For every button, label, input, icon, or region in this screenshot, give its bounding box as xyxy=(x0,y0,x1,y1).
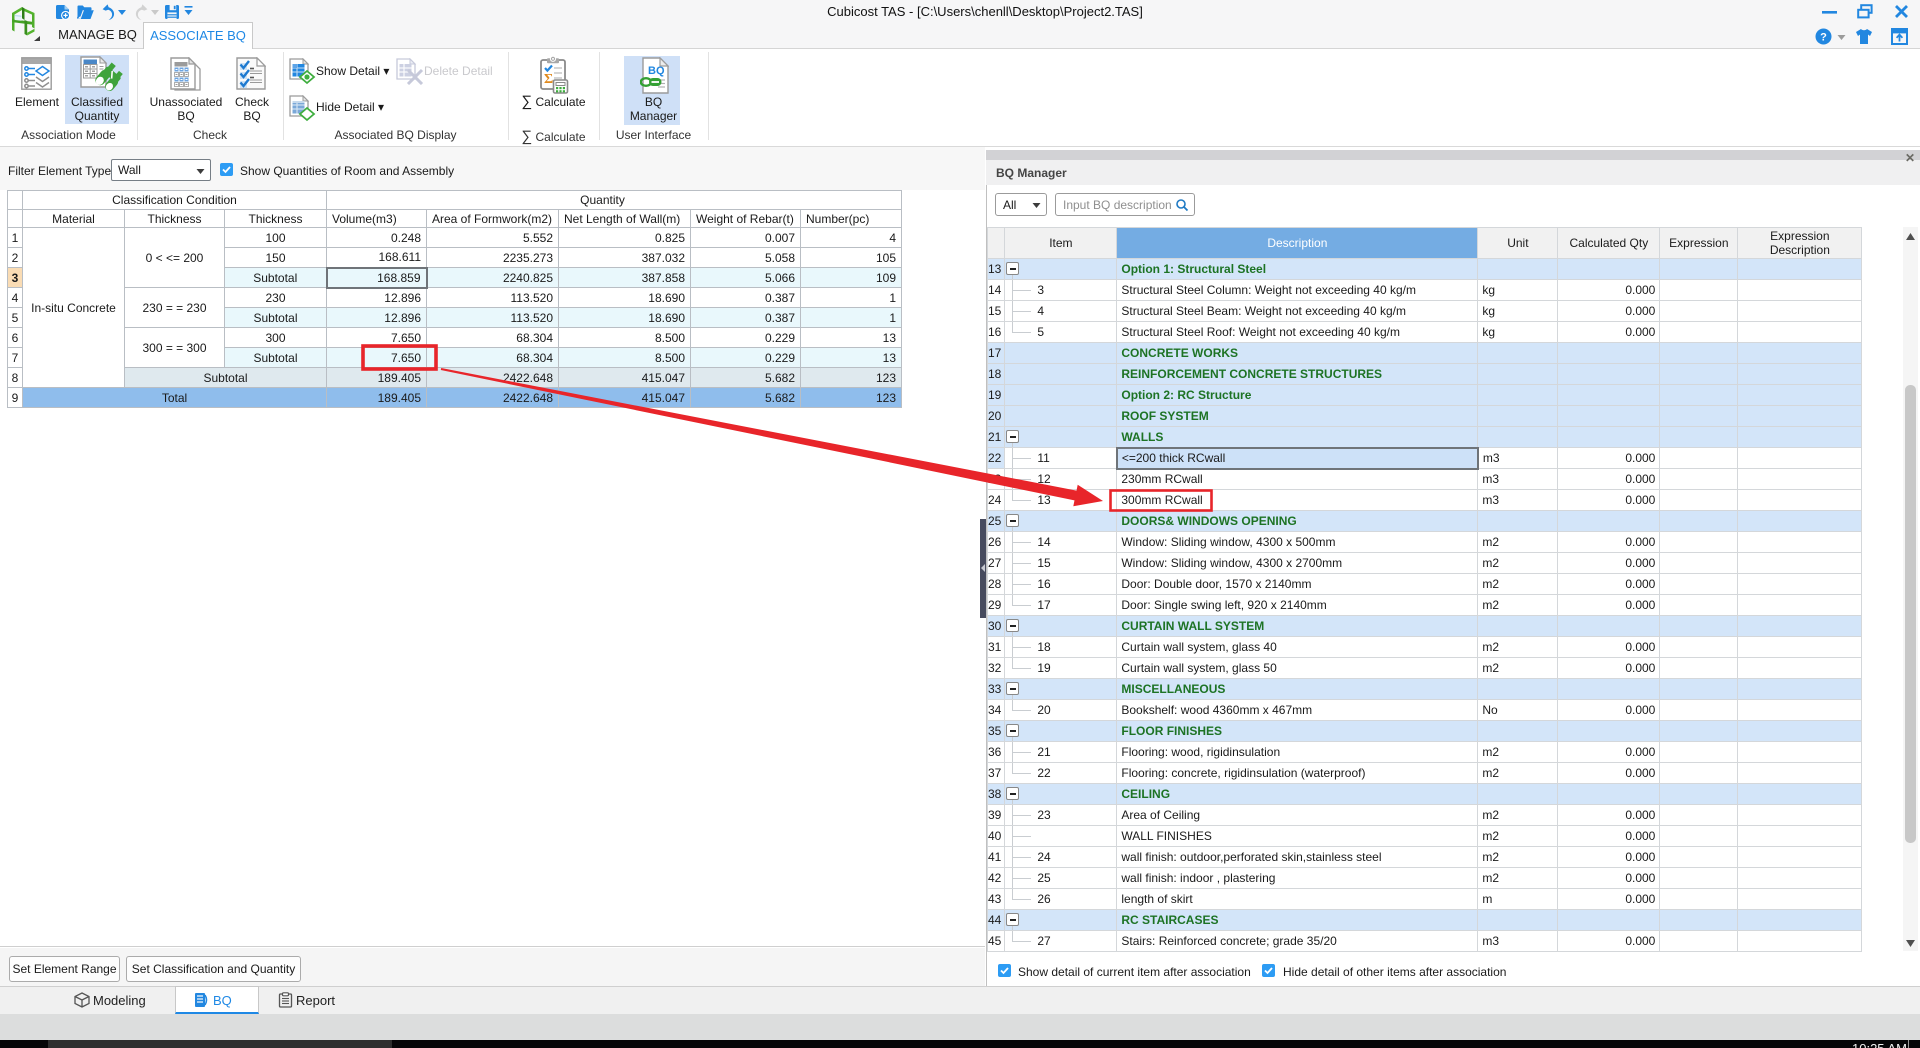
svg-text:Σ: Σ xyxy=(544,72,553,87)
svg-text:BQ: BQ xyxy=(648,65,665,77)
svg-text:?: ? xyxy=(1820,32,1827,44)
